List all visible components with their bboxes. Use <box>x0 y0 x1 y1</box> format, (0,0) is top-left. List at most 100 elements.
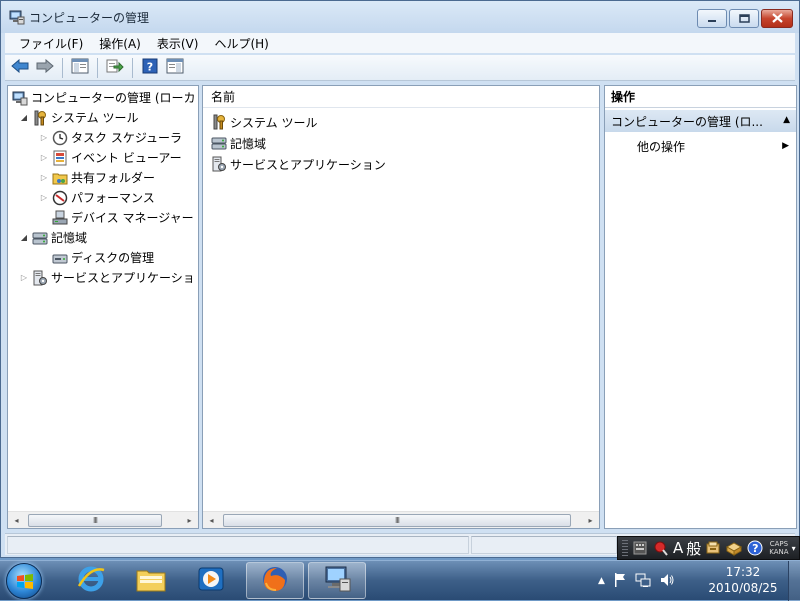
menu-help[interactable]: ヘルプ(H) <box>206 35 276 52</box>
collapsed-triangle-icon[interactable]: ▷ <box>38 132 50 144</box>
computer-management-icon <box>12 90 28 106</box>
actions-pane: 操作 コンピューターの管理 (ロ... ▲ 他の操作 ▶ <box>604 85 797 529</box>
tree-item-label: ディスクの管理 <box>71 251 155 265</box>
notification-area: ▲ <box>598 561 675 601</box>
tree-item-label: パフォーマンス <box>71 191 155 205</box>
folder-icon <box>135 565 167 596</box>
show-hide-action-pane-icon <box>166 58 184 77</box>
clock-icon <box>52 130 68 146</box>
minimize-button[interactable] <box>697 9 727 28</box>
start-button[interactable] <box>6 563 42 599</box>
svg-text:?: ? <box>147 61 153 74</box>
toolbox-icon[interactable] <box>725 539 743 557</box>
back-button[interactable] <box>9 57 31 79</box>
collapsed-triangle-icon[interactable]: ▷ <box>38 172 50 184</box>
help-glyph: ? <box>752 541 759 555</box>
expanded-triangle-icon[interactable]: ◢ <box>18 112 30 124</box>
scroll-left-arrow-icon[interactable]: ◂ <box>8 512 25 528</box>
scroll-thumb[interactable]: III <box>223 514 571 527</box>
show-hide-tree-button[interactable] <box>69 57 91 79</box>
dictionary-icon[interactable] <box>704 539 722 557</box>
maximize-button[interactable] <box>729 9 759 28</box>
language-bar-grip[interactable] <box>622 540 628 556</box>
tree-item-event-viewer[interactable]: ▷ イベント ビューアー <box>38 148 182 167</box>
caps-label: CAPS <box>769 540 789 548</box>
tree-item-services-applications[interactable]: ▷ サービスとアプリケーショ <box>18 268 195 287</box>
internet-explorer-icon <box>76 564 106 597</box>
shared-folder-icon <box>52 170 68 186</box>
clock-time: 17:32 <box>725 565 761 579</box>
actions-header-label: 操作 <box>611 90 636 104</box>
export-list-button[interactable] <box>104 57 126 79</box>
tree-item-performance[interactable]: ▷ パフォーマンス <box>38 188 155 207</box>
scroll-right-arrow-icon[interactable]: ▸ <box>582 512 599 528</box>
tree-item-device-manager[interactable]: デバイス マネージャー <box>50 208 194 227</box>
collapsed-triangle-icon[interactable]: ▷ <box>38 192 50 204</box>
show-hidden-icons-icon[interactable]: ▲ <box>598 576 605 586</box>
ime-mode-indicator[interactable]: A <box>673 539 683 557</box>
maximize-icon <box>738 12 750 26</box>
list-item-label: システム ツール <box>230 115 318 130</box>
actions-item-more-actions[interactable]: 他の操作 ▶ <box>637 136 789 156</box>
network-icon[interactable] <box>635 572 651 591</box>
submenu-arrow-icon: ▶ <box>782 141 789 151</box>
tree-item-label: サービスとアプリケーショ <box>51 271 195 285</box>
language-bar-options-arrow[interactable]: ▾ <box>792 544 796 553</box>
menu-action[interactable]: 操作(A) <box>91 35 149 52</box>
tree-item-task-scheduler[interactable]: ▷ タスク スケジューラ <box>38 128 182 147</box>
scroll-left-arrow-icon[interactable]: ◂ <box>203 512 220 528</box>
tree-item-disk-management[interactable]: ディスクの管理 <box>50 248 154 267</box>
title-bar[interactable]: コンピューターの管理 <box>1 1 799 33</box>
tree-item-label: デバイス マネージャー <box>71 211 194 225</box>
list-item-services-applications[interactable]: サービスとアプリケーション <box>209 154 386 174</box>
tree-horizontal-scrollbar[interactable]: ◂ III ▸ <box>8 511 198 528</box>
collapsed-triangle-icon[interactable]: ▷ <box>38 152 50 164</box>
tree-item-shared-folders[interactable]: ▷ 共有フォルダー <box>38 168 155 187</box>
menu-file[interactable]: ファイル(F) <box>11 35 91 52</box>
show-desktop-button[interactable] <box>788 561 800 601</box>
help-icon: ? <box>142 58 158 77</box>
input-mode-indicator[interactable]: 般 <box>686 538 701 559</box>
caption-buttons <box>697 9 793 28</box>
tree-item-storage[interactable]: ◢ 記憶域 <box>18 228 87 247</box>
taskbar-app-explorer[interactable] <box>122 562 180 599</box>
scroll-thumb[interactable]: III <box>28 514 162 527</box>
list-item-label: 記憶域 <box>230 136 267 151</box>
taskbar-app-computer-management[interactable] <box>308 562 366 599</box>
taskbar-app-media-player[interactable] <box>182 562 240 599</box>
list-horizontal-scrollbar[interactable]: ◂ III ▸ <box>203 511 599 528</box>
status-segment <box>471 536 617 554</box>
volume-icon[interactable] <box>659 572 675 591</box>
column-header-label: 名前 <box>211 90 236 104</box>
tree-item-system-tools[interactable]: ◢ システム ツール <box>18 108 138 127</box>
actions-section-computer-management[interactable]: コンピューターの管理 (ロ... ▲ <box>605 110 796 132</box>
ime-pad-icon[interactable] <box>631 539 649 557</box>
column-header-name[interactable]: 名前 <box>203 86 599 108</box>
tree-item-computer-management[interactable]: コンピューターの管理 (ローカ <box>10 88 196 107</box>
help-button[interactable]: ? <box>139 57 161 79</box>
performance-icon <box>52 190 68 206</box>
menu-view[interactable]: 表示(V) <box>149 35 207 52</box>
taskbar-app-firefox[interactable] <box>246 562 304 599</box>
toolbar-separator <box>132 57 133 78</box>
list-item-storage[interactable]: 記憶域 <box>209 133 266 153</box>
taskbar-app-internet-explorer[interactable] <box>62 562 120 599</box>
close-button[interactable] <box>761 9 793 28</box>
show-hide-action-pane-button[interactable] <box>164 57 186 79</box>
computer-management-icon <box>322 565 352 596</box>
tree-item-label: 共有フォルダー <box>71 171 156 185</box>
scroll-right-arrow-icon[interactable]: ▸ <box>181 512 198 528</box>
forward-button[interactable] <box>34 57 56 79</box>
expanded-triangle-icon[interactable]: ◢ <box>18 232 30 244</box>
collapse-caret-icon[interactable]: ▲ <box>783 115 790 125</box>
collapsed-triangle-icon[interactable]: ▷ <box>18 272 30 284</box>
system-clock[interactable]: 17:32 2010/08/25 <box>700 564 786 596</box>
flag-icon[interactable] <box>613 572 627 591</box>
kana-label: KANA <box>769 548 789 556</box>
ime-red-icon[interactable] <box>652 539 670 557</box>
content-list-pane: 名前 システム ツール 記憶域 サービスとアプリケーション ◂ III ▸ <box>202 85 600 529</box>
show-hide-tree-icon <box>71 58 89 77</box>
list-item-system-tools[interactable]: システム ツール <box>209 112 317 132</box>
window-title: コンピューターの管理 <box>29 11 150 25</box>
disk-management-icon <box>52 250 68 266</box>
